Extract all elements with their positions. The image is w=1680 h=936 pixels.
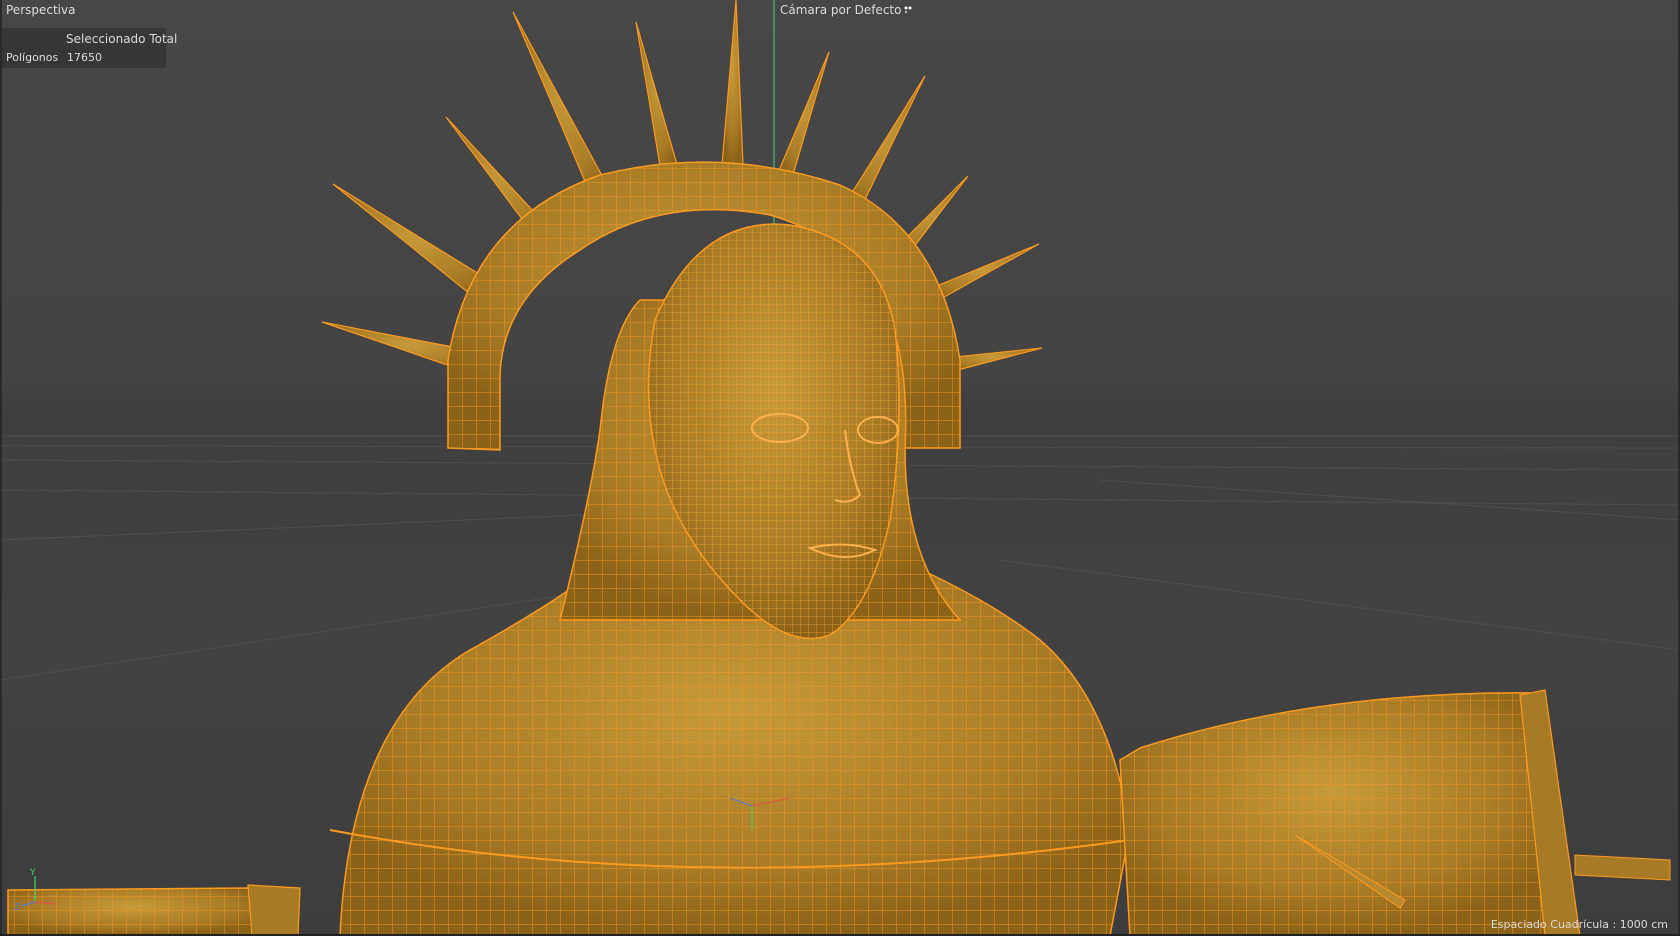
axis-z-label: Z	[14, 903, 20, 913]
camera-name-label: Cámara por Defecto	[780, 3, 902, 17]
camera-menu[interactable]: Cámara por Defecto	[780, 3, 913, 17]
world-axis-indicator: Y Z	[14, 868, 56, 913]
camera-dots-icon[interactable]	[903, 4, 913, 14]
grid-spacing-label: Espaciado Cuadrícula : 1000 cm	[1490, 918, 1668, 931]
view-name-label[interactable]: Perspectiva	[6, 3, 75, 17]
right-tablet	[1119, 689, 1671, 936]
hud-polygons-value: 17650	[67, 51, 102, 64]
hud-selected-total-header: Seleccionado Total	[66, 32, 178, 46]
hud-polygons-label: Polígonos	[6, 51, 59, 64]
viewport-scene[interactable]	[0, 0, 1680, 936]
axis-y-label: Y	[29, 868, 36, 878]
3d-viewport[interactable]: Perspectiva Cámara por Defecto Seleccion…	[0, 0, 1680, 936]
